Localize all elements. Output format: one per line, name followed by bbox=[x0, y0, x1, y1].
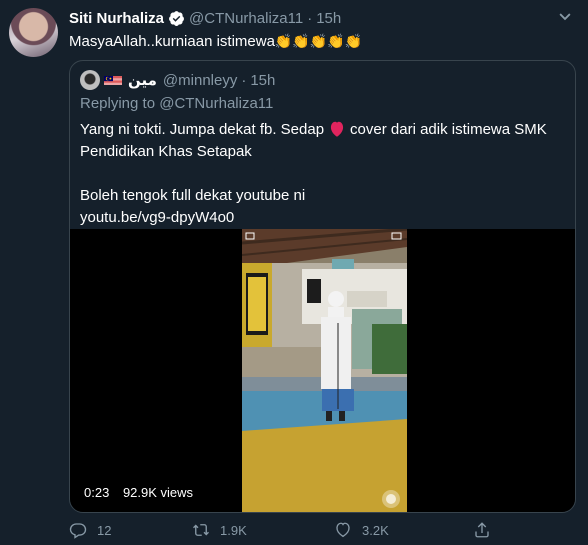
tweet[interactable]: Siti Nurhaliza @CTNurhaliza11 · 15h Masy… bbox=[0, 0, 588, 545]
verified-badge-icon bbox=[169, 10, 184, 26]
quoted-timestamp: 15h bbox=[250, 71, 276, 89]
video-player[interactable]: 0:23 92.9K views bbox=[70, 229, 575, 512]
video-views: 92.9K views bbox=[122, 485, 194, 500]
tweet-header: Siti Nurhaliza @CTNurhaliza11 · 15h bbox=[69, 8, 341, 28]
quoted-text-line-2: Pendidikan Khas Setapak bbox=[80, 143, 252, 160]
quoted-tweet[interactable]: مين @minnleyy · 15h Replying to @CTNurha… bbox=[69, 60, 576, 513]
quoted-tweet-text: Yang ni tokti. Jumpa dekat fb. Sedap cove… bbox=[80, 119, 570, 229]
author-avatar[interactable] bbox=[9, 8, 58, 57]
like-button[interactable]: 3.2K bbox=[334, 521, 389, 539]
author-handle[interactable]: @CTNurhaliza11 bbox=[189, 10, 303, 27]
like-count: 3.2K bbox=[362, 522, 389, 538]
separator-dot: · bbox=[307, 9, 313, 27]
chevron-down-icon[interactable] bbox=[554, 6, 576, 28]
tweet-text-body: MasyaAllah..kurniaan istimewa bbox=[69, 33, 275, 50]
quoted-author-name: مين bbox=[128, 72, 157, 89]
youtube-link[interactable]: youtu.be/vg9-dpyW4o0 bbox=[80, 207, 570, 229]
red-heart-icon bbox=[330, 121, 344, 137]
reply-count: 12 bbox=[97, 522, 112, 538]
tweet-text: MasyaAllah..kurniaan istimewa👏👏👏👏👏 bbox=[69, 31, 362, 52]
retweet-count: 1.9K bbox=[220, 522, 247, 538]
heart-icon bbox=[336, 522, 350, 538]
share-button[interactable] bbox=[473, 521, 501, 539]
quoted-author-avatar bbox=[80, 70, 100, 90]
tweet-actions: 12 1.9K 3.2K bbox=[69, 521, 529, 543]
malaysia-flag-icon bbox=[104, 75, 122, 85]
author-name[interactable]: Siti Nurhaliza bbox=[69, 10, 164, 27]
video-meta: 0:23 92.9K views bbox=[84, 485, 203, 500]
quoted-text-segment: Yang ni tokti. Jumpa dekat fb. Sedap bbox=[80, 121, 325, 138]
share-icon bbox=[475, 522, 489, 538]
video-duration: 0:23 bbox=[84, 485, 110, 500]
quoted-author-handle: @minnleyy bbox=[162, 71, 238, 89]
reply-button[interactable]: 12 bbox=[69, 521, 111, 539]
replying-to: Replying to @CTNurhaliza11 bbox=[80, 95, 274, 112]
quoted-text-line-1: Yang ni tokti. Jumpa dekat fb. Sedap cove… bbox=[80, 119, 570, 141]
tweet-timestamp[interactable]: 15h bbox=[316, 10, 341, 27]
clapping-hands-emoji: 👏👏👏👏👏 bbox=[274, 33, 363, 49]
retweet-button[interactable]: 1.9K bbox=[192, 521, 247, 539]
retweet-icon bbox=[193, 524, 209, 536]
reply-icon bbox=[69, 523, 87, 539]
video-still bbox=[242, 229, 407, 512]
quoted-separator-dot: · bbox=[241, 71, 247, 89]
quoted-text-segment: cover dari adik istimewa SMK bbox=[350, 121, 547, 138]
quoted-text-line-3: Boleh tengok full dekat youtube ni bbox=[80, 187, 306, 204]
quoted-tweet-header: مين @minnleyy · 15h bbox=[80, 70, 275, 90]
video-frame[interactable] bbox=[242, 229, 407, 512]
